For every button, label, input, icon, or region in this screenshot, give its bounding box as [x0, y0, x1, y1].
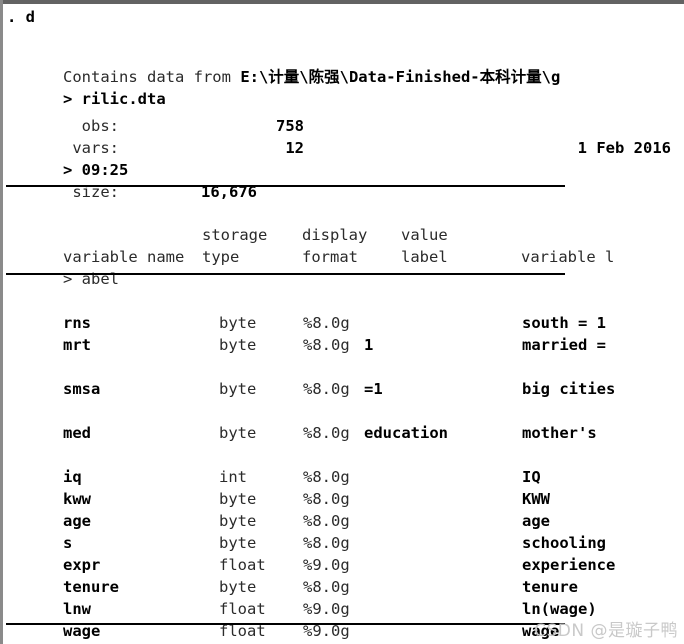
row-variable-label-cont: =1	[364, 380, 383, 398]
row-variable-name: med	[63, 424, 91, 442]
data-file-path: E:\计量\陈强\Data-Finished-本科计量\g	[240, 68, 561, 86]
row-display-format: %8.0g	[303, 380, 350, 398]
row-variable-name: smsa	[63, 380, 101, 398]
row-variable-label: married =	[522, 336, 606, 354]
command-prompt-line: . d	[7, 8, 35, 26]
row-display-format: %8.0g	[303, 336, 350, 354]
vars-value: 12	[285, 139, 304, 157]
table-rule-header	[6, 273, 565, 275]
row-variable-label: mother's	[522, 424, 597, 442]
row-variable-label-cont: education	[364, 424, 448, 442]
stata-console-screenshot: . d Contains data from E:\计量\陈强\Data-Fin…	[0, 0, 684, 644]
console-output-area[interactable]: . d Contains data from E:\计量\陈强\Data-Fin…	[3, 4, 684, 644]
row-variable-label-cont: 1	[364, 336, 374, 354]
dataset-date: 1 Feb 2016	[577, 139, 671, 157]
csdn-watermark: CSDN @是璇子鸭	[534, 621, 678, 641]
table-rule-top	[6, 185, 565, 187]
header-type: type	[202, 248, 240, 266]
header-variable-label: variable l	[521, 248, 615, 266]
row-storage-type: byte	[219, 424, 257, 442]
row-variable-label: big cities	[522, 380, 616, 398]
row-storage-type: byte	[219, 336, 257, 354]
row-storage-type: byte	[219, 380, 257, 398]
table-rule-bottom	[6, 623, 565, 625]
header-label: label	[401, 248, 448, 266]
table-row: wage float %9.0g wage	[7, 598, 559, 644]
header-format: format	[302, 248, 358, 266]
row-variable-name: mrt	[63, 336, 91, 354]
